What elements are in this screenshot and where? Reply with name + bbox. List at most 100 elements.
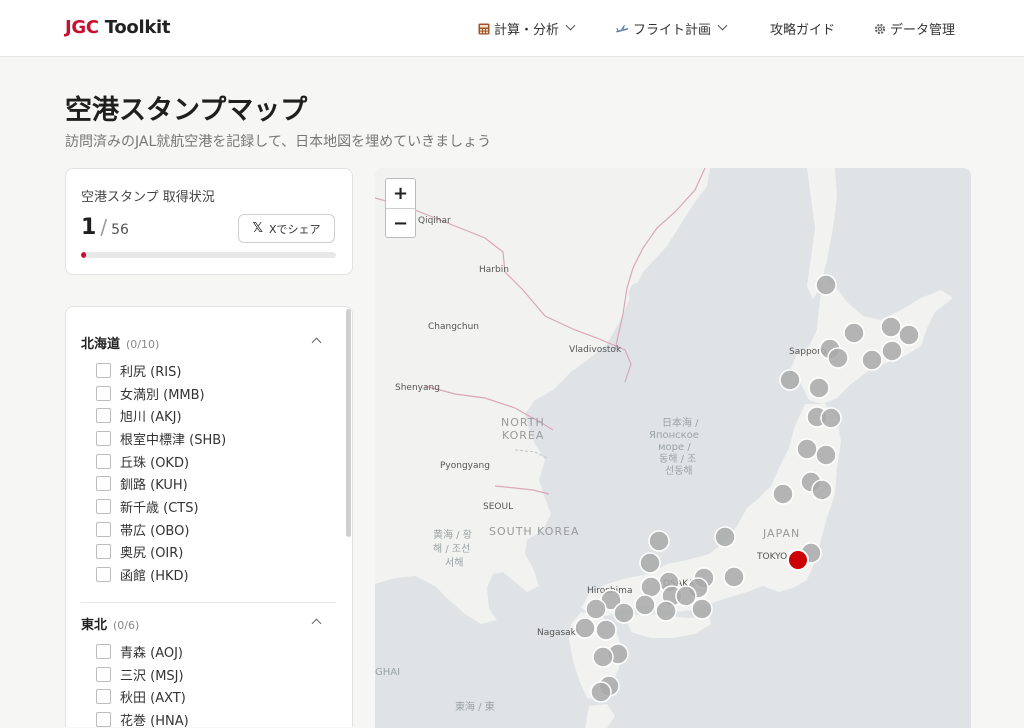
airport-marker[interactable] [574,617,596,639]
airport-item[interactable]: 函館 (HKD) [81,563,324,586]
airport-marker[interactable] [808,377,830,399]
airport-marker[interactable] [595,619,617,641]
airport-marker-visited-haneda[interactable] [787,549,809,571]
airport-marker[interactable] [723,566,745,588]
stamp-map[interactable]: Qiqihar Harbin Changchun Shenyang Vladiv… [375,168,971,728]
airport-marker[interactable] [843,322,865,344]
airport-list-card: 北海道 (0/10) 利尻 (RIS) 女満別 (MMB) 旭川 (AKJ) 根室… [65,306,353,727]
airport-marker[interactable] [639,552,661,574]
sea-label: 해 / 조선 [433,542,470,555]
airport-item[interactable]: 女満別 (MMB) [81,382,324,405]
region-header[interactable]: 北海道 (0/10) [81,333,324,353]
airport-checkbox[interactable] [96,453,111,469]
stamp-status-label: 空港スタンプ 取得状況 [81,190,215,205]
nav-guide[interactable]: 攻略ガイド [770,19,835,38]
region-count: (0/10) [126,338,160,351]
chevron-down-icon [565,20,576,31]
airport-checkbox[interactable] [96,567,111,583]
airport-marker[interactable] [827,347,849,369]
airport-label: 奥尻 (OIR) [120,546,184,562]
airport-item[interactable]: 新千歳 (CTS) [81,495,324,518]
airport-item[interactable]: 青森 (AOJ) [81,640,324,663]
airport-marker[interactable] [590,681,612,703]
airport-label: 帯広 (OBO) [120,523,190,539]
list-scrollbar[interactable] [346,309,351,537]
airport-checkbox[interactable] [96,476,111,492]
sea-label: море / [658,442,691,453]
airport-marker[interactable] [881,340,903,362]
region-count: (0/6) [113,619,140,632]
chevron-up-icon [311,618,322,629]
airport-item[interactable]: 釧路 (KUH) [81,472,324,495]
airport-checkbox[interactable] [96,544,111,560]
airport-label: 旭川 (AKJ) [120,410,182,426]
airport-checkbox[interactable] [96,430,111,446]
nav-data-label: データ管理 [890,23,956,38]
airport-marker[interactable] [772,483,794,505]
nav-data[interactable]: データ管理 [874,19,955,38]
city-label: Nagasaki [537,628,578,638]
airport-item[interactable]: 花巻 (HNA) [81,708,324,727]
airport-checkbox[interactable] [96,666,111,682]
zoom-out-button[interactable]: − [386,208,415,238]
airport-label: 女満別 (MMB) [120,387,205,403]
airport-label: 利尻 (RIS) [120,364,182,380]
zoom-in-button[interactable]: + [386,179,415,208]
airport-label: 青森 (AOJ) [120,645,184,661]
airport-marker[interactable] [655,600,677,622]
airport-item[interactable]: 旭川 (AKJ) [81,404,324,427]
region-header[interactable]: 東北 (0/6) [81,614,324,634]
airport-checkbox[interactable] [96,521,111,537]
airport-marker[interactable] [796,438,818,460]
airport-checkbox[interactable] [96,408,111,424]
page-title: 空港スタンプマップ [65,95,308,126]
airport-marker[interactable] [613,602,635,624]
stamp-count-total: 56 [111,222,129,238]
airport-label: 三沢 (MSJ) [120,668,184,684]
airport-item[interactable]: 利尻 (RIS) [81,359,324,382]
share-x-label: Xでシェア [268,222,321,236]
airport-marker[interactable] [585,598,607,620]
nav-flight[interactable]: フライト計画 [615,19,728,38]
airport-checkbox[interactable] [96,498,111,514]
share-x-button[interactable]: 𝕏 Xでシェア [238,214,335,243]
airport-marker[interactable] [592,646,614,668]
airport-item[interactable]: 三沢 (MSJ) [81,663,324,686]
airport-checkbox[interactable] [96,385,111,401]
airport-marker[interactable] [861,349,883,371]
airport-item[interactable]: 帯広 (OBO) [81,518,324,541]
airport-marker[interactable] [714,526,736,548]
airport-item[interactable]: 奥尻 (OIR) [81,541,324,564]
airport-item[interactable]: 根室中標津 (SHB) [81,427,324,450]
airport-checkbox[interactable] [96,689,111,705]
map-canvas[interactable]: Qiqihar Harbin Changchun Shenyang Vladiv… [375,168,971,728]
airport-marker[interactable] [815,444,837,466]
airport-label: 根室中標津 (SHB) [120,432,227,448]
city-label: Pyongyang [440,461,490,471]
airport-label: 秋田 (AXT) [120,691,186,707]
airport-marker[interactable] [811,479,833,501]
airport-marker[interactable] [880,316,902,338]
airport-marker[interactable] [779,369,801,391]
calculator-icon [478,23,490,35]
brand-logo[interactable]: JGC Toolkit [65,17,171,38]
map-zoom-control: + − [385,178,416,238]
airport-marker[interactable] [820,407,842,429]
chevron-down-icon [717,20,728,31]
airport-item[interactable]: 秋田 (AXT) [81,685,324,708]
city-label: Vladivostok [569,345,622,355]
airport-checkbox[interactable] [96,711,111,727]
airport-marker[interactable] [691,598,713,620]
airport-marker[interactable] [634,594,656,616]
region-name: 北海道 [81,337,121,352]
airport-marker[interactable] [675,585,697,607]
airport-checkbox[interactable] [96,643,111,659]
airport-checkbox[interactable] [96,362,111,378]
city-label: SEOUL [483,502,513,512]
airport-marker[interactable] [898,324,920,346]
airport-marker[interactable] [648,530,670,552]
airport-item[interactable]: 丘珠 (OKD) [81,450,324,473]
nav-calc[interactable]: 計算・分析 [478,19,576,38]
airport-marker[interactable] [815,274,837,296]
airport-marker[interactable] [640,576,662,598]
